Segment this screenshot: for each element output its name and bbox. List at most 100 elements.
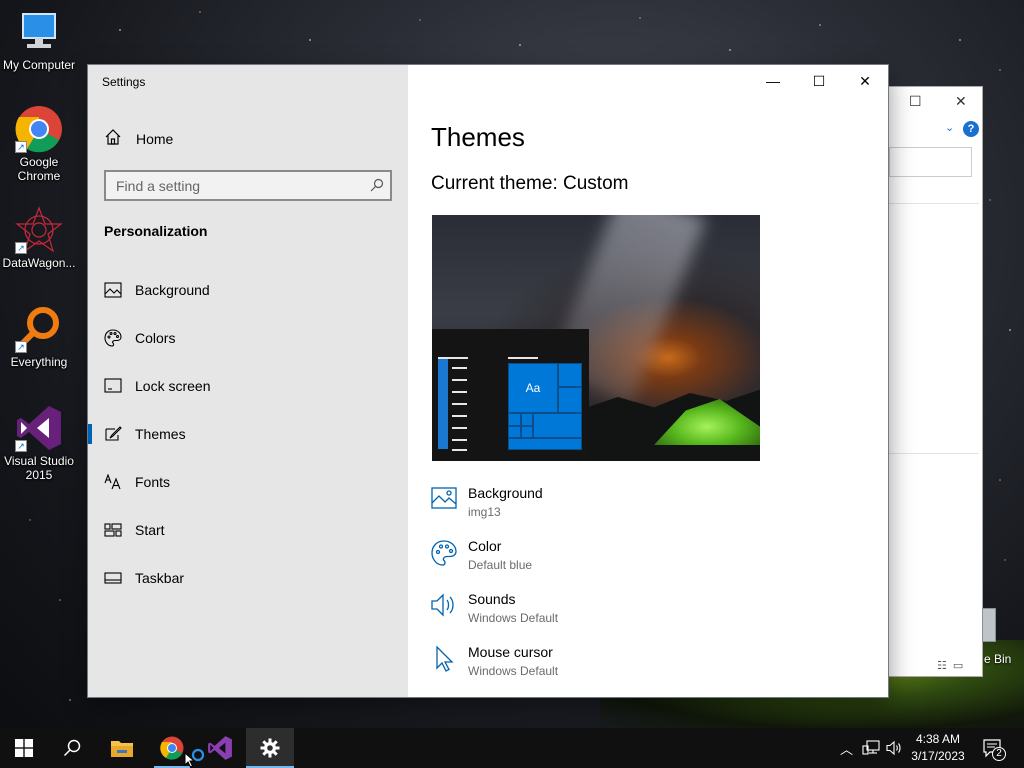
taskbar-icon [104, 569, 122, 587]
sidebar-item-themes[interactable]: Themes [88, 414, 408, 454]
font-icon [104, 473, 122, 491]
background-window[interactable]: ☐ ✕ ⌄ ? ☷▭ [880, 86, 983, 677]
divider [889, 453, 979, 454]
action-center-button[interactable]: 2 [982, 728, 1006, 768]
image-icon [431, 487, 457, 513]
preview-tile [508, 413, 521, 426]
maximize-button[interactable]: ☐ [796, 71, 842, 91]
speaker-icon [431, 593, 457, 619]
busy-spinner-icon [191, 748, 205, 762]
preview-tile [533, 413, 582, 438]
mock-line [452, 391, 467, 393]
sidebar-item-label: Home [136, 131, 174, 147]
home-icon [104, 128, 122, 151]
sidebar-item-label: Fonts [135, 474, 171, 490]
system-clock[interactable]: 4:38 AM 3/17/2023 [904, 731, 972, 765]
mock-line [452, 367, 467, 369]
chevron-down-icon[interactable]: ⌄ [945, 121, 954, 134]
chrome-icon [160, 736, 184, 760]
property-value: Windows Default [468, 664, 559, 678]
mock-line [452, 415, 467, 417]
preview-tile [508, 438, 582, 450]
property-value: Windows Default [468, 611, 559, 625]
sidebar-item-label: Taskbar [135, 570, 185, 586]
desktop-icon-label: Visual Studio 2015 [4, 454, 74, 482]
preview-tile [558, 387, 582, 413]
page-title: Themes [431, 122, 525, 152]
close-button[interactable]: ✕ [842, 71, 888, 91]
recycle-bin-icon[interactable] [982, 608, 996, 642]
property-name: Sounds [468, 591, 516, 607]
taskbar-settings[interactable] [246, 728, 294, 768]
settings-sidebar: Settings Home Personalization [88, 65, 408, 697]
search-icon[interactable] [370, 178, 384, 197]
show-hidden-icons-button[interactable]: ︿ [840, 728, 853, 768]
section-title: Personalization [104, 223, 208, 239]
sidebar-item-label: Background [135, 282, 210, 298]
search-input[interactable] [889, 147, 972, 177]
shortcut-arrow-icon: ↗ [15, 242, 27, 254]
start-menu-mockup: Aa [432, 329, 589, 461]
preview-tile: Aa [508, 363, 558, 413]
desktop-icon-everything[interactable]: ↗ Everything [0, 305, 78, 369]
computer-icon [15, 8, 63, 56]
settings-main: — ☐ ✕ Themes Current theme: Custom Aa Ba… [408, 65, 888, 697]
preview-tile [521, 413, 533, 426]
recycle-bin-label: e Bin [984, 652, 1012, 666]
desktop-icon-my-computer[interactable]: My Computer [0, 8, 78, 72]
visual-studio-icon: ↗ [15, 404, 63, 452]
desktop-icon-visual-studio[interactable]: ↗ Visual Studio 2015 [0, 404, 78, 482]
lock-screen-icon [104, 377, 122, 395]
mock-line [452, 449, 467, 451]
theme-preview: Aa [432, 215, 760, 461]
settings-search[interactable] [104, 170, 392, 201]
sidebar-item-taskbar[interactable]: Taskbar [88, 558, 408, 598]
taskbar-search-button[interactable] [48, 728, 96, 768]
notification-count-badge: 2 [992, 747, 1006, 761]
chevron-up-icon: ︿ [840, 741, 854, 757]
mock-line [452, 403, 467, 405]
property-name: Mouse cursor [468, 644, 553, 660]
palette-icon [431, 540, 457, 566]
clock-date: 3/17/2023 [911, 749, 965, 763]
network-icon[interactable] [862, 728, 880, 768]
sidebar-item-colors[interactable]: Colors [88, 318, 408, 358]
view-mode-icons[interactable]: ☷▭ [937, 659, 969, 672]
taskbar: ︿ 4:38 AM 3/17/2023 2 [0, 728, 1024, 768]
start-button[interactable] [0, 728, 48, 768]
sidebar-item-lock-screen[interactable]: Lock screen [88, 366, 408, 406]
search-input[interactable] [106, 172, 356, 199]
property-value: Default blue [468, 558, 533, 572]
desktop-icon-datawagon[interactable]: ↗ DataWagon... [0, 206, 78, 270]
cursor-icon [431, 645, 457, 672]
preview-tile [521, 426, 533, 438]
sidebar-item-home[interactable]: Home [104, 128, 174, 151]
sidebar-item-label: Lock screen [135, 378, 211, 394]
palette-icon [104, 329, 122, 347]
close-button[interactable]: ✕ [955, 93, 967, 110]
volume-icon[interactable] [886, 728, 902, 768]
desktop-icon-label: My Computer [2, 58, 76, 72]
maximize-button[interactable]: ☐ [909, 93, 922, 110]
mock-line [452, 379, 467, 381]
datawagon-icon: ↗ [15, 206, 63, 254]
window-title: Settings [102, 75, 146, 89]
help-icon[interactable]: ? [963, 121, 979, 137]
shortcut-arrow-icon: ↗ [15, 141, 27, 153]
desktop-icon-google-chrome[interactable]: ↗ Google Chrome [0, 105, 78, 183]
windows-logo-icon [15, 739, 33, 757]
brush-icon [104, 425, 122, 443]
magnifier-icon: ↗ [15, 305, 63, 353]
image-icon [104, 281, 122, 299]
gear-icon [260, 738, 280, 758]
settings-window[interactable]: Settings Home Personalization [88, 65, 888, 697]
current-theme-label: Current theme: Custom [431, 173, 629, 194]
shortcut-arrow-icon: ↗ [15, 341, 27, 353]
sidebar-item-label: Themes [135, 426, 186, 442]
folder-icon [111, 741, 133, 757]
sidebar-item-background[interactable]: Background [88, 270, 408, 310]
minimize-button[interactable]: — [750, 71, 796, 91]
taskbar-file-explorer[interactable] [98, 728, 146, 768]
sidebar-item-fonts[interactable]: Fonts [88, 462, 408, 502]
sidebar-item-start[interactable]: Start [88, 510, 408, 550]
